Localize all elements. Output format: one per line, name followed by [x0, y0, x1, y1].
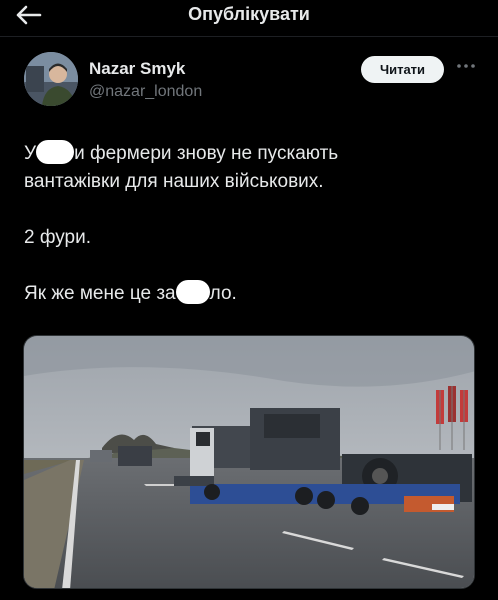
tweet-paragraph-1: Уи фермери знову не пускають вантажівки д… — [24, 139, 474, 196]
more-dots-icon[interactable] — [455, 56, 477, 76]
author-name[interactable]: Nazar Smyk — [89, 59, 185, 79]
tweet-photo[interactable] — [23, 335, 475, 589]
tweet-paragraph-2: 2 фури. — [24, 227, 92, 248]
tweet-text-part: и фермери знову не пускають — [74, 143, 339, 164]
tweet-text-part: У — [24, 143, 37, 164]
tweet-text-part: ло. — [209, 283, 237, 304]
censor-blot — [36, 139, 75, 164]
header-divider — [0, 36, 498, 37]
follow-button[interactable]: Читати — [361, 56, 444, 83]
top-bar: Опублікувати — [0, 0, 498, 36]
author-handle[interactable]: @nazar_london — [89, 83, 202, 101]
tweet-text-part: Як же мене це за — [24, 283, 176, 304]
tweet-text: Уи фермери знову не пускають вантажівки д… — [24, 139, 474, 336]
page-title: Опублікувати — [188, 4, 310, 24]
censor-blot — [175, 279, 210, 304]
tweet-paragraph-3: Як же мене це за ло. — [24, 279, 474, 308]
photo-icon — [24, 336, 474, 588]
avatar[interactable] — [24, 52, 78, 106]
tweet-text-part: вантажівки для наших військових. — [24, 171, 324, 192]
